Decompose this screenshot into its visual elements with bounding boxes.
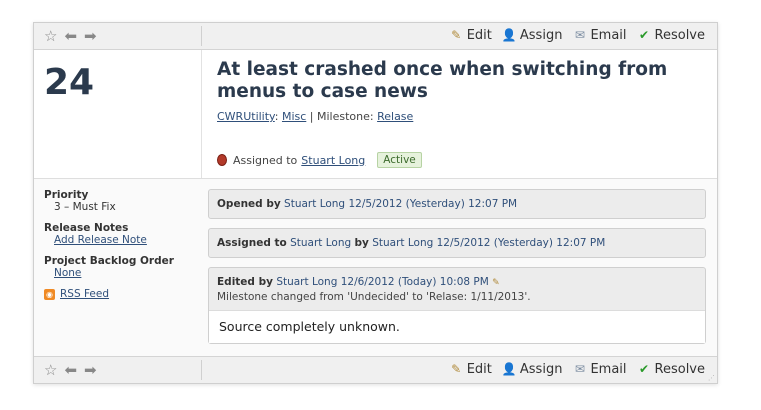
star-icon[interactable]: ☆: [44, 28, 57, 44]
email-label: Email: [590, 362, 627, 377]
toolbar-divider: [201, 26, 202, 46]
header-divider: [201, 50, 202, 178]
nav-icons: ☆ ⬅ ➡: [44, 362, 97, 378]
top-toolbar: ☆ ⬅ ➡ ✎ Edit 👤 Assign ✉ Email ✔ Resolve: [34, 23, 717, 50]
case-actions: ✎ Edit 👤 Assign ✉ Email ✔ Resolve: [449, 28, 705, 43]
email-icon: ✉: [574, 362, 585, 376]
edit-icon: ✎: [451, 362, 462, 376]
assign-user-icon: 👤: [501, 362, 517, 376]
resize-grip-icon[interactable]: ⋰: [708, 374, 715, 382]
rss-feed-row: ◉ RSS Feed: [44, 288, 194, 300]
event-body-text: Source completely unknown.: [209, 310, 705, 343]
event-person-link[interactable]: Stuart Long: [276, 276, 337, 288]
event-header: Assigned to Stuart Long by Stuart Long 1…: [209, 229, 705, 257]
event-header: Opened by Stuart Long 12/5/2012 (Yesterd…: [209, 190, 705, 218]
case-events: Opened by Stuart Long 12/5/2012 (Yesterd…: [208, 189, 706, 353]
case-body: Priority 3 – Must Fix Release Notes Add …: [34, 178, 717, 356]
bug-icon: [217, 154, 227, 166]
assigned-to-label: Assigned to: [233, 153, 298, 167]
priority-label: Priority: [44, 189, 89, 201]
event-change-note: Milestone changed from 'Undecided' to 'R…: [217, 291, 531, 303]
event-action: Edited by: [217, 276, 273, 288]
edit-label: Edit: [466, 28, 492, 43]
resolve-button[interactable]: ✔ Resolve: [637, 28, 705, 43]
case-header: 24 At least crashed once when switching …: [34, 50, 717, 178]
event-opened: Opened by Stuart Long 12/5/2012 (Yesterd…: [208, 189, 706, 219]
email-button[interactable]: ✉ Email: [572, 362, 627, 377]
resolve-label: Resolve: [654, 28, 705, 43]
event-date-link[interactable]: 12/6/2012 (Today) 10:08 PM: [341, 276, 489, 288]
release-notes-label: Release Notes: [44, 222, 129, 234]
case-meta: CWRUtility: Misc | Milestone: Relase: [217, 110, 414, 123]
event-action: Opened by: [217, 198, 281, 210]
case-number: 24: [44, 62, 95, 103]
event-person-link[interactable]: Stuart Long: [372, 237, 433, 249]
milestone-link[interactable]: Relase: [377, 110, 413, 123]
rss-icon: ◉: [44, 288, 55, 300]
edit-button[interactable]: ✎ Edit: [449, 28, 492, 43]
area-link[interactable]: Misc: [282, 110, 306, 123]
arrow-right-icon[interactable]: ➡: [84, 362, 97, 378]
event-edited: Edited by Stuart Long 12/6/2012 (Today) …: [208, 267, 706, 344]
assign-user-icon: 👤: [501, 28, 517, 42]
arrow-left-icon[interactable]: ⬅: [64, 362, 77, 378]
toolbar-divider: [201, 360, 202, 380]
email-button[interactable]: ✉ Email: [572, 28, 627, 43]
checkmark-icon: ✔: [638, 28, 650, 42]
case-actions: ✎ Edit 👤 Assign ✉ Email ✔ Resolve: [449, 362, 705, 377]
nav-icons: ☆ ⬅ ➡: [44, 28, 97, 44]
arrow-right-icon[interactable]: ➡: [84, 28, 97, 44]
edit-icon: ✎: [451, 28, 462, 42]
star-icon[interactable]: ☆: [44, 362, 57, 378]
resolve-button[interactable]: ✔ Resolve: [637, 362, 705, 377]
event-by-label: by: [354, 237, 369, 249]
add-release-note-link[interactable]: Add Release Note: [54, 234, 147, 246]
assign-label: Assign: [519, 28, 563, 43]
assign-button[interactable]: 👤 Assign: [502, 28, 563, 43]
email-label: Email: [590, 28, 627, 43]
assign-button[interactable]: 👤 Assign: [502, 362, 563, 377]
backlog-order-link[interactable]: None: [54, 267, 81, 279]
checkmark-icon: ✔: [638, 362, 650, 376]
arrow-left-icon[interactable]: ⬅: [64, 28, 77, 44]
event-date-link[interactable]: 12/5/2012 (Yesterday) 12:07 PM: [437, 237, 606, 249]
assigned-row: Assigned to Stuart Long Active: [217, 152, 422, 168]
edit-icon[interactable]: ✎: [492, 278, 502, 288]
event-person-link[interactable]: Stuart Long: [284, 198, 345, 210]
case-sidebar: Priority 3 – Must Fix Release Notes Add …: [44, 189, 194, 300]
bottom-toolbar: ☆ ⬅ ➡ ✎ Edit 👤 Assign ✉ Email ✔ Resolve …: [34, 356, 717, 383]
status-badge: Active: [377, 152, 422, 168]
edit-button[interactable]: ✎ Edit: [449, 362, 492, 377]
rss-feed-link[interactable]: RSS Feed: [60, 288, 109, 300]
project-link[interactable]: CWRUtility: [217, 110, 275, 123]
resolve-label: Resolve: [654, 362, 705, 377]
backlog-order-label: Project Backlog Order: [44, 255, 174, 267]
case-title: At least crashed once when switching fro…: [217, 59, 668, 102]
assign-label: Assign: [519, 362, 563, 377]
edit-label: Edit: [466, 362, 492, 377]
priority-value: 3 – Must Fix: [54, 201, 116, 213]
case-panel: ☆ ⬅ ➡ ✎ Edit 👤 Assign ✉ Email ✔ Resolve: [33, 22, 718, 384]
email-icon: ✉: [574, 28, 585, 42]
event-date-link[interactable]: 12/5/2012 (Yesterday) 12:07 PM: [348, 198, 517, 210]
event-assigned: Assigned to Stuart Long by Stuart Long 1…: [208, 228, 706, 258]
event-target-link[interactable]: Stuart Long: [290, 237, 351, 249]
event-action: Assigned to: [217, 237, 287, 249]
assigned-to-link[interactable]: Stuart Long: [301, 154, 365, 167]
milestone-label: Milestone:: [317, 110, 374, 123]
